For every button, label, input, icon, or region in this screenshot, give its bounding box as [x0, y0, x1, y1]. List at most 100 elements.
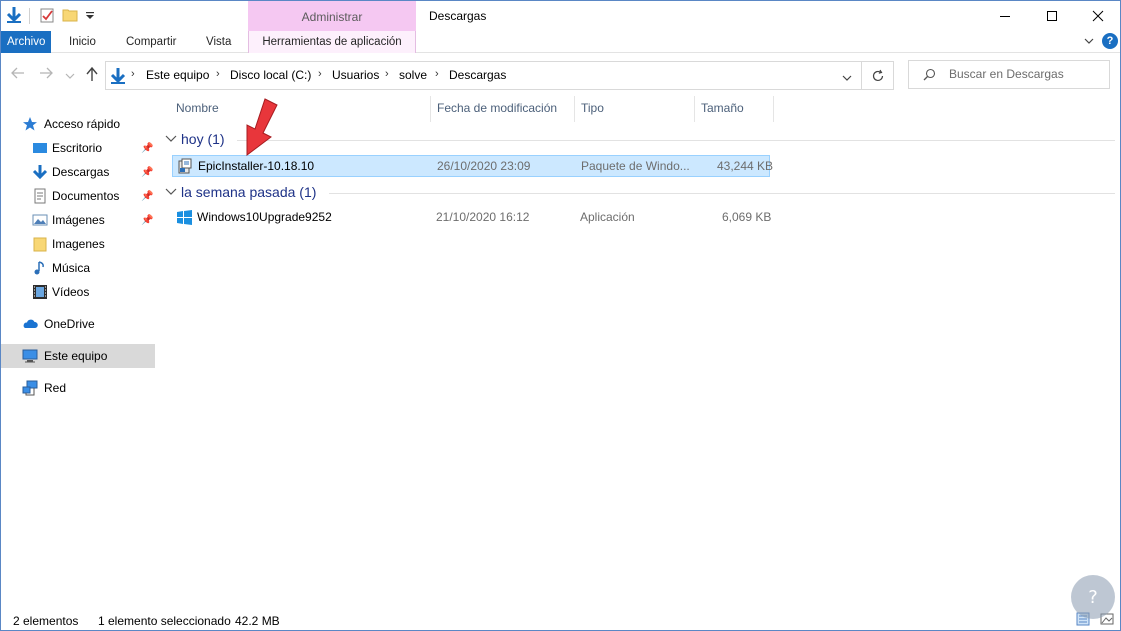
chevron-right-icon[interactable]: ›	[131, 68, 135, 80]
nav-acceso-rapido[interactable]: Acceso rápido	[1, 112, 155, 136]
maximize-button[interactable]	[1029, 1, 1075, 31]
new-folder-icon[interactable]	[61, 6, 79, 24]
nav-label: OneDrive	[44, 317, 95, 331]
tab-archivo[interactable]: Archivo	[1, 31, 51, 53]
music-icon	[32, 260, 48, 276]
search-box[interactable]: Buscar en Descargas	[908, 60, 1110, 89]
nav-label: Imagenes	[52, 237, 105, 251]
close-button[interactable]	[1075, 1, 1121, 31]
breadcrumb-descargas[interactable]: Descargas	[449, 68, 506, 82]
group-divider	[329, 193, 1115, 194]
chevron-right-icon[interactable]: ›	[385, 68, 389, 80]
pin-icon[interactable]: 📌	[141, 191, 153, 202]
pin-icon[interactable]: 📌	[141, 167, 153, 178]
tab-vista[interactable]: Vista	[200, 31, 237, 53]
chevron-right-icon[interactable]: ›	[435, 68, 439, 80]
up-arrow-icon[interactable]	[85, 66, 99, 85]
folder-icon	[32, 236, 48, 252]
breadcrumb-usuarios[interactable]: Usuarios	[332, 68, 379, 82]
pin-icon[interactable]: 📌	[141, 215, 153, 226]
column-divider[interactable]	[773, 96, 774, 122]
watermark-logo-icon: ?	[1071, 575, 1115, 619]
nav-videos[interactable]: Vídeos	[1, 280, 155, 304]
column-divider[interactable]	[694, 96, 695, 122]
group-divider	[237, 140, 1115, 141]
breadcrumb-solve[interactable]: solve	[399, 68, 427, 82]
breadcrumb-disco-local[interactable]: Disco local (C:)	[230, 68, 311, 82]
chevron-right-icon[interactable]: ›	[318, 68, 322, 80]
pictures-icon	[32, 212, 48, 228]
status-item-count: 2 elementos	[13, 614, 79, 628]
tab-compartir[interactable]: Compartir	[120, 31, 182, 53]
file-type: Aplicación	[580, 210, 635, 224]
search-icon	[923, 68, 936, 84]
status-selection: 1 elemento seleccionado	[98, 614, 231, 628]
group-label: hoy (1)	[181, 131, 225, 147]
group-label: la semana pasada (1)	[181, 184, 317, 200]
download-arrow-icon[interactable]	[5, 6, 23, 24]
nav-documentos[interactable]: Documentos 📌	[1, 184, 155, 208]
pin-icon[interactable]: 📌	[141, 143, 153, 154]
star-icon	[22, 116, 38, 132]
forward-arrow-icon[interactable]	[39, 67, 53, 82]
nav-label: Escritorio	[52, 141, 103, 155]
explorer-window: Administrar Descargas Archivo Inicio Com…	[0, 0, 1121, 631]
nav-imagenes-pinned[interactable]: Imágenes 📌	[1, 208, 155, 232]
tab-herramientas-aplicacion[interactable]: Herramientas de aplicación	[248, 31, 416, 53]
installer-package-icon	[177, 158, 193, 177]
column-header-modified[interactable]: Fecha de modificación	[437, 101, 557, 115]
documents-icon	[32, 188, 48, 204]
breadcrumb-este-equipo[interactable]: Este equipo	[146, 68, 209, 82]
nav-musica[interactable]: Música	[1, 256, 155, 280]
nav-label: Música	[52, 261, 91, 275]
file-name: Windows10Upgrade9252	[197, 210, 332, 224]
customize-toolbar-icon[interactable]	[81, 6, 99, 24]
column-divider[interactable]	[574, 96, 575, 122]
title-bar: Administrar Descargas	[1, 1, 1120, 31]
file-size: 6,069 KB	[722, 210, 772, 224]
search-input[interactable]: Buscar en Descargas	[949, 67, 1064, 81]
chevron-down-icon	[165, 135, 177, 142]
properties-icon[interactable]	[38, 6, 56, 24]
context-group-admin: Administrar	[248, 1, 416, 31]
downloads-icon	[32, 164, 48, 180]
file-size: 43,244 KB	[717, 159, 774, 173]
nav-onedrive[interactable]: OneDrive	[1, 312, 155, 336]
recent-locations-icon[interactable]	[65, 69, 75, 83]
tab-inicio[interactable]: Inicio	[63, 31, 102, 53]
column-header-type[interactable]: Tipo	[581, 101, 604, 115]
refresh-button[interactable]	[862, 61, 894, 90]
chevron-down-icon	[165, 188, 177, 195]
nav-label: Documentos	[52, 189, 120, 203]
group-header-hoy[interactable]: hoy (1)	[165, 131, 225, 147]
nav-label: Red	[44, 381, 67, 395]
nav-red[interactable]: Red	[1, 376, 155, 400]
expand-ribbon-icon[interactable]	[1083, 35, 1095, 50]
nav-escritorio[interactable]: Escritorio 📌	[1, 136, 155, 160]
computer-icon	[22, 348, 38, 364]
column-header-name[interactable]: Nombre	[176, 101, 219, 115]
file-modified: 26/10/2020 23:09	[437, 159, 531, 173]
ribbon-tabs: Archivo Inicio Compartir Vista Herramien…	[1, 31, 1120, 53]
nav-imagenes-folder[interactable]: Imagenes	[1, 232, 155, 256]
nav-label: Este equipo	[44, 349, 108, 363]
column-header-size[interactable]: Tamaño	[701, 101, 744, 115]
file-row-windows10upgrade[interactable]: Windows10Upgrade9252 21/10/2020 16:12 Ap…	[172, 207, 772, 229]
nav-label: Vídeos	[52, 285, 90, 299]
nav-este-equipo[interactable]: Este equipo	[1, 344, 155, 368]
address-dropdown-icon[interactable]	[842, 71, 852, 85]
address-bar[interactable]: › Este equipo › Disco local (C:) › Usuar…	[105, 61, 862, 90]
network-icon	[22, 380, 38, 396]
window-title: Descargas	[429, 9, 487, 23]
windows-logo-icon	[177, 210, 192, 228]
video-icon	[32, 284, 48, 300]
minimize-button[interactable]	[982, 1, 1028, 31]
status-selection-size: 42.2 MB	[235, 614, 280, 628]
nav-descargas[interactable]: Descargas 📌	[1, 160, 155, 184]
column-divider[interactable]	[430, 96, 431, 122]
back-arrow-icon[interactable]	[11, 67, 25, 82]
help-icon[interactable]: ?	[1102, 33, 1118, 49]
chevron-right-icon[interactable]: ›	[216, 68, 220, 80]
group-header-semana-pasada[interactable]: la semana pasada (1)	[165, 184, 316, 200]
nav-label: Acceso rápido	[44, 117, 121, 131]
